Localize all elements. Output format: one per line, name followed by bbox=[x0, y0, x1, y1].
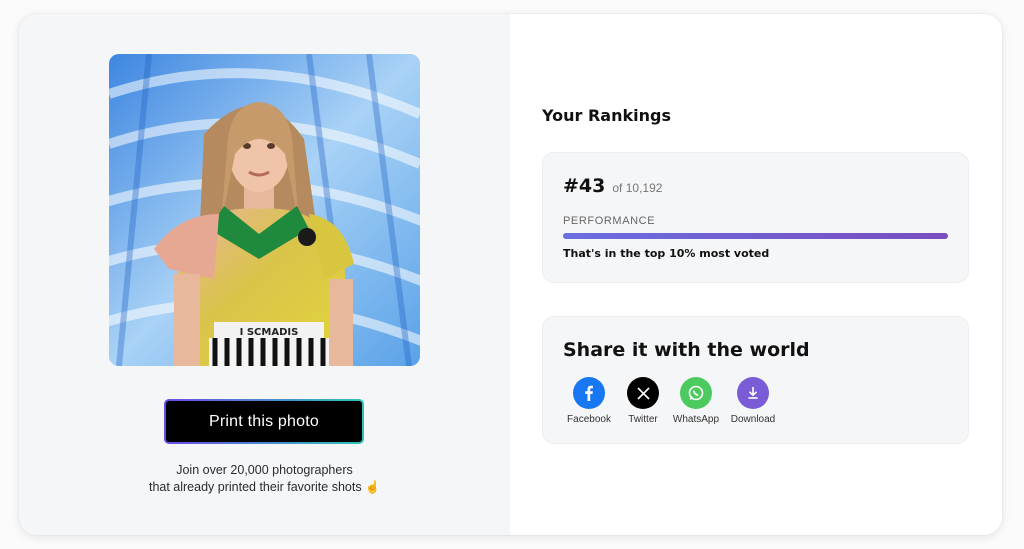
share-download-label: Download bbox=[730, 414, 776, 425]
svg-text:I SCMADIS: I SCMADIS bbox=[240, 327, 299, 338]
ranking-box: #43 of 10,192 PERFORMANCE That's in the … bbox=[542, 152, 969, 283]
share-facebook-label: Facebook bbox=[567, 414, 611, 425]
join-line-2-text: that already printed their favorite shot… bbox=[148, 480, 362, 494]
join-line-1: Join over 20,000 photographers bbox=[176, 463, 353, 477]
x-icon bbox=[627, 377, 659, 409]
rankings-panel: Your Rankings #43 of 10,192 PERFORMANCE … bbox=[510, 14, 1002, 535]
join-text: Join over 20,000 photographers that alre… bbox=[19, 462, 510, 496]
share-whatsapp-button[interactable]: WhatsApp bbox=[666, 377, 726, 425]
share-title: Share it with the world bbox=[563, 339, 810, 361]
facebook-icon bbox=[573, 377, 605, 409]
performance-bar-fill bbox=[563, 233, 948, 239]
share-twitter-label: Twitter bbox=[628, 414, 658, 425]
share-whatsapp-label: WhatsApp bbox=[672, 414, 720, 425]
share-facebook-button[interactable]: Facebook bbox=[559, 377, 619, 425]
rank-number: #43 bbox=[563, 175, 606, 197]
print-photo-button[interactable]: Print this photo bbox=[164, 399, 364, 444]
share-download-button[interactable]: Download bbox=[723, 377, 783, 425]
join-line-2: that already printed their favorite shot… bbox=[19, 479, 510, 496]
photo-image: I SCMADIS bbox=[109, 54, 420, 366]
performance-text: That's in the top 10% most voted bbox=[563, 247, 770, 260]
photo-panel: I SCMADIS Print this photo Join over 20,… bbox=[19, 14, 510, 535]
result-card: I SCMADIS Print this photo Join over 20,… bbox=[19, 14, 1002, 535]
photo: I SCMADIS bbox=[109, 54, 420, 366]
rank-line: #43 of 10,192 bbox=[563, 175, 662, 197]
whatsapp-icon bbox=[680, 377, 712, 409]
rank-total: of 10,192 bbox=[612, 181, 663, 195]
performance-label: PERFORMANCE bbox=[563, 215, 656, 227]
pointing-hand-icon: ☝ bbox=[365, 480, 381, 494]
download-icon bbox=[737, 377, 769, 409]
rankings-title: Your Rankings bbox=[542, 106, 671, 125]
share-box: Share it with the world Facebook Twitter bbox=[542, 316, 969, 444]
share-twitter-button[interactable]: Twitter bbox=[613, 377, 673, 425]
performance-bar bbox=[563, 233, 948, 239]
